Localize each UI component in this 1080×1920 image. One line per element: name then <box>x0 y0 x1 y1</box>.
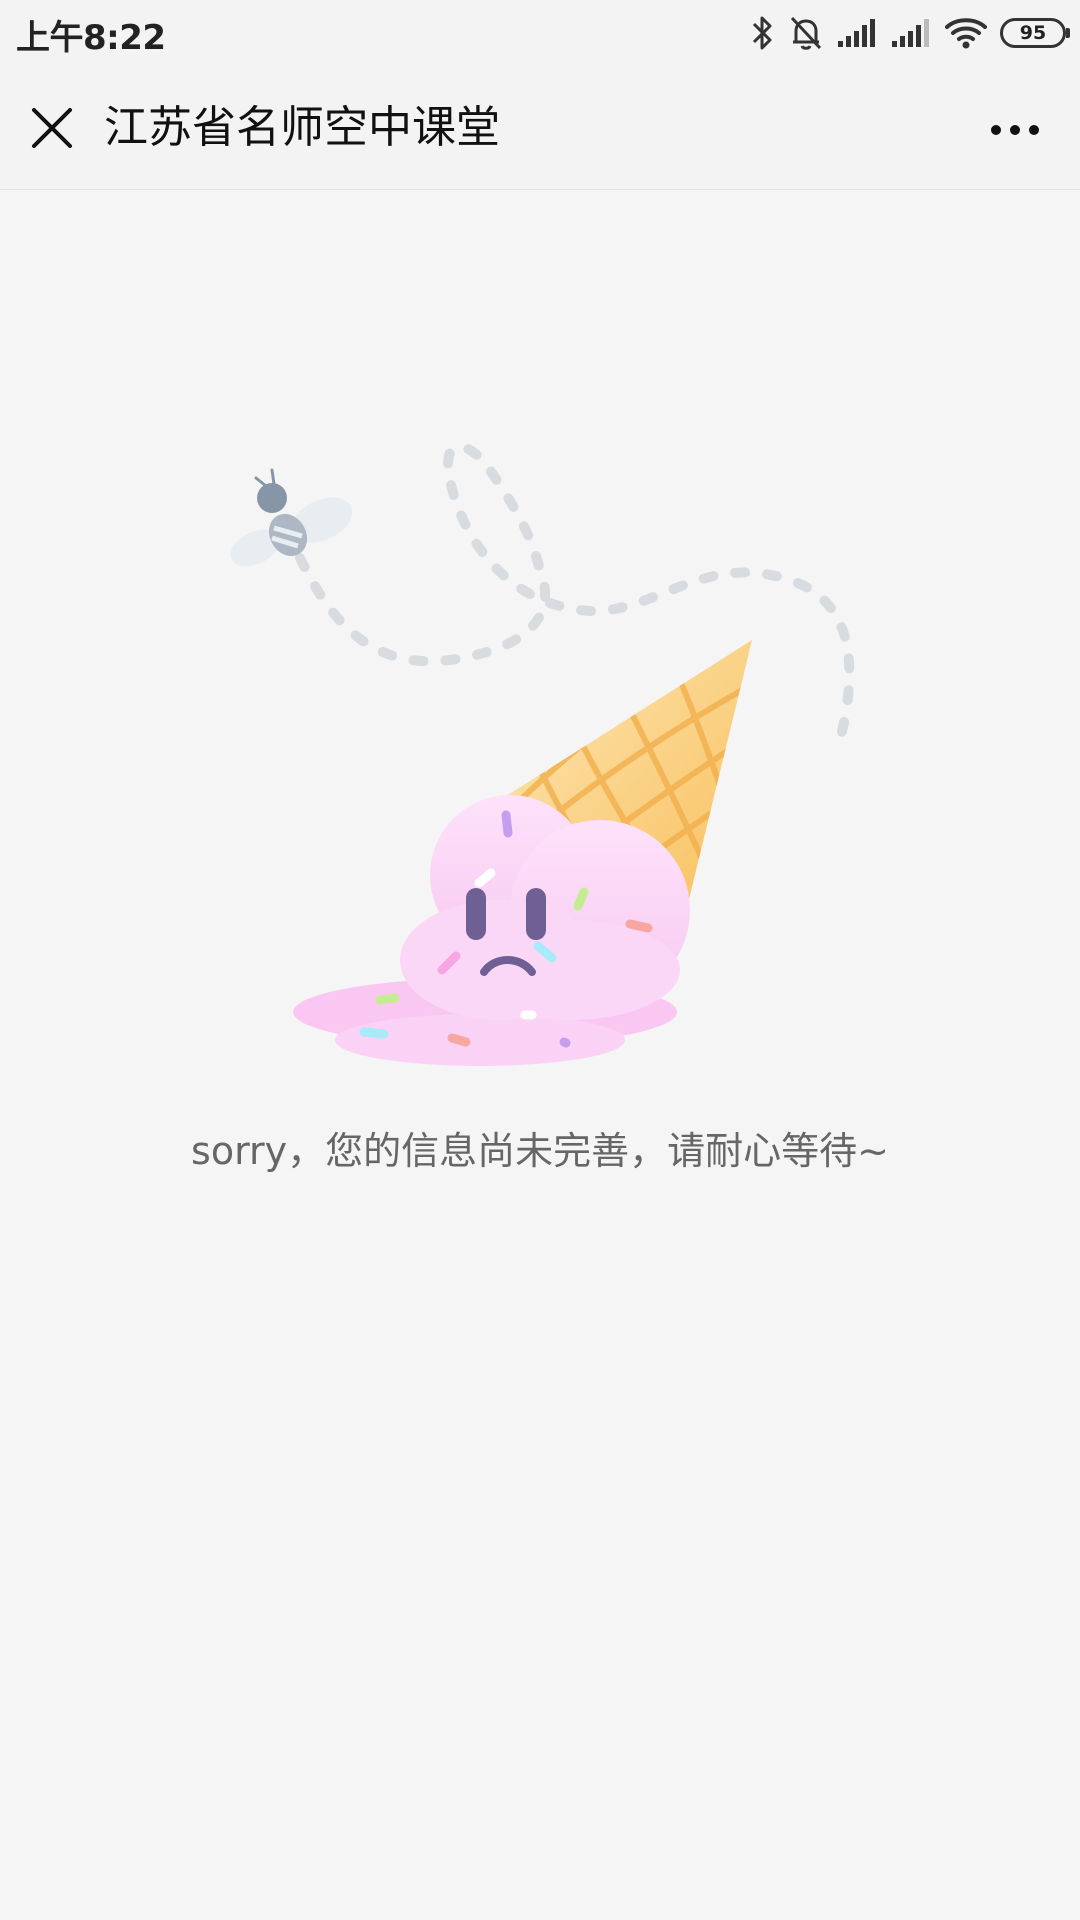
status-bar: 上午8:22 95 <box>0 0 1080 66</box>
info-incomplete-message: sorry，您的信息尚未完善，请耐心等待~ <box>191 1129 889 1173</box>
status-icons: 95 <box>750 10 1070 56</box>
status-time: 上午8:22 <box>16 18 166 58</box>
battery-level: 95 <box>1019 22 1047 44</box>
bluetooth-icon <box>750 14 776 52</box>
close-icon[interactable] <box>26 102 78 154</box>
bee-icon <box>230 468 353 567</box>
signal-icon <box>890 17 932 49</box>
page-title: 江苏省名师空中课堂 <box>104 102 500 153</box>
battery-icon: 95 <box>1000 18 1070 48</box>
mute-bell-icon <box>788 14 824 52</box>
melted-ice-cream-illustration <box>200 440 880 1080</box>
nav-bar: 江苏省名师空中课堂 <box>0 66 1080 190</box>
screen: 上午8:22 95 江苏省名师空中课堂 sorry，您的信息尚未完善，请耐心等待… <box>0 0 1080 1920</box>
more-dots-icon[interactable] <box>990 118 1040 142</box>
bee-flight-path <box>295 441 855 745</box>
wifi-icon <box>944 15 988 51</box>
signal-icon <box>836 17 878 49</box>
